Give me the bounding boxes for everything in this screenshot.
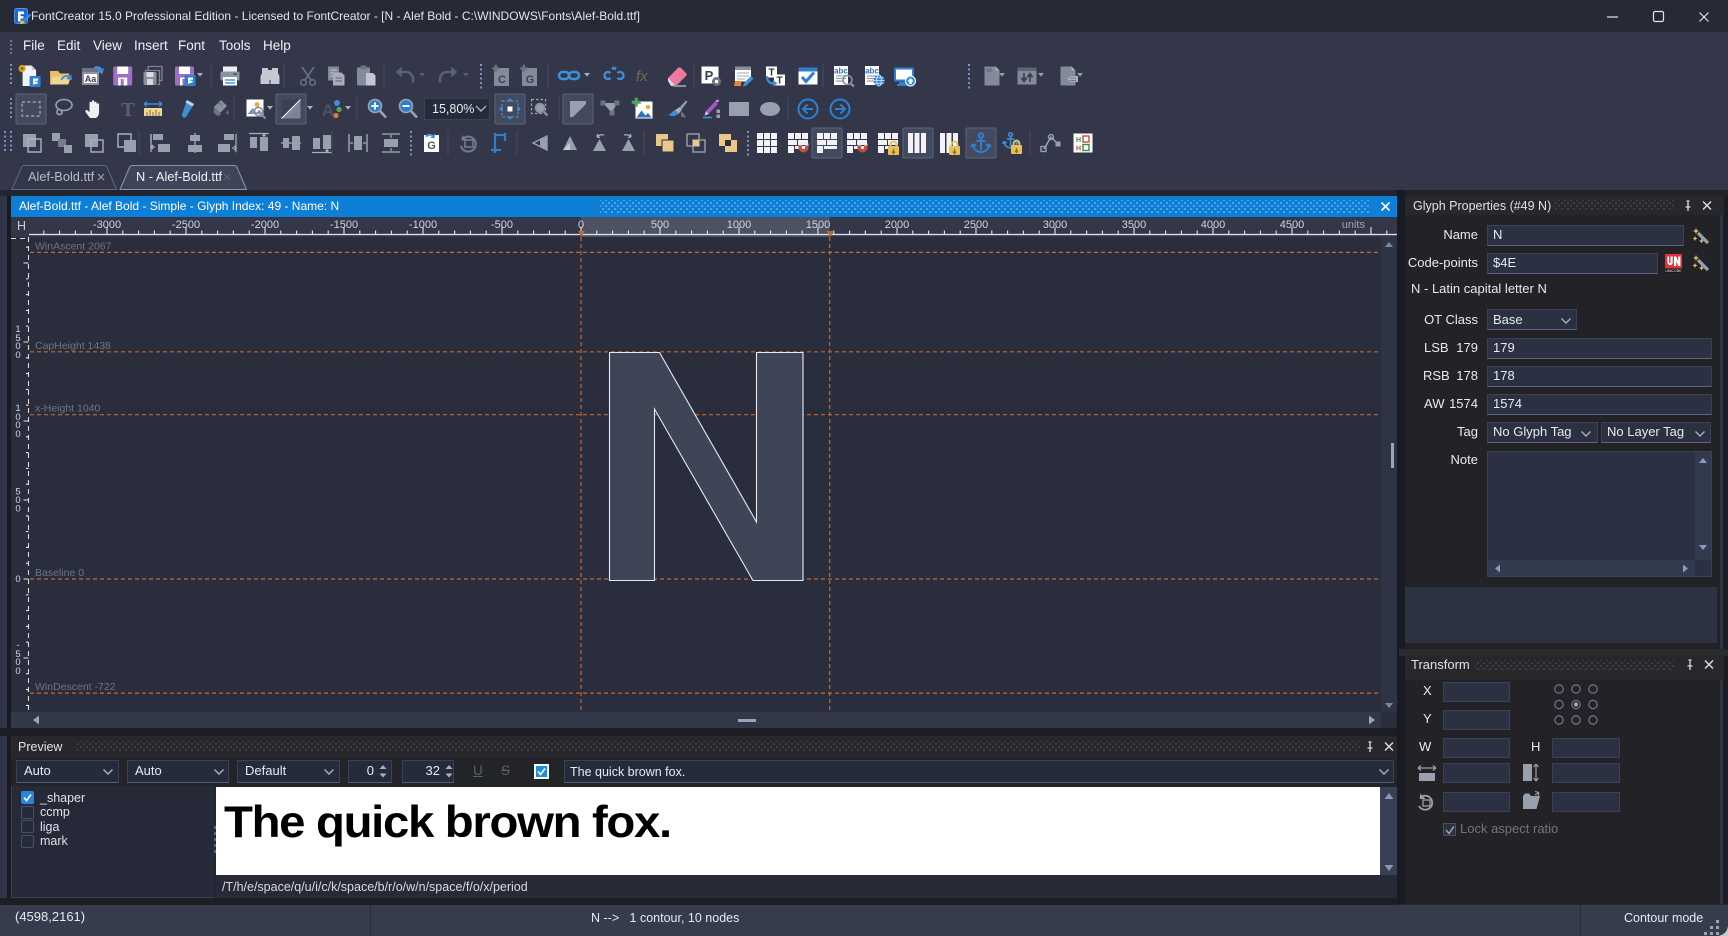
svg-text:G: G <box>427 140 436 152</box>
svg-text:units: units <box>1342 219 1366 231</box>
svg-text:H: H <box>17 219 26 233</box>
svg-text:0: 0 <box>15 504 20 515</box>
svg-text:0: 0 <box>15 350 20 361</box>
svg-text:UNICODE: UNICODE <box>1665 269 1682 273</box>
svg-text:0: 0 <box>15 666 20 677</box>
svg-text:H: H <box>1076 137 1081 144</box>
svg-text:WinDescent -722: WinDescent -722 <box>35 681 116 693</box>
svg-text:H: H <box>1076 146 1081 153</box>
svg-text:0: 0 <box>15 429 20 440</box>
svg-text:x-Height 1040: x-Height 1040 <box>35 403 101 415</box>
svg-text:WinAscent 2067: WinAscent 2067 <box>35 240 112 252</box>
svg-text:0: 0 <box>15 574 20 585</box>
svg-text:CapHeight 1438: CapHeight 1438 <box>35 340 111 352</box>
svg-text:Baseline 0: Baseline 0 <box>35 567 84 579</box>
